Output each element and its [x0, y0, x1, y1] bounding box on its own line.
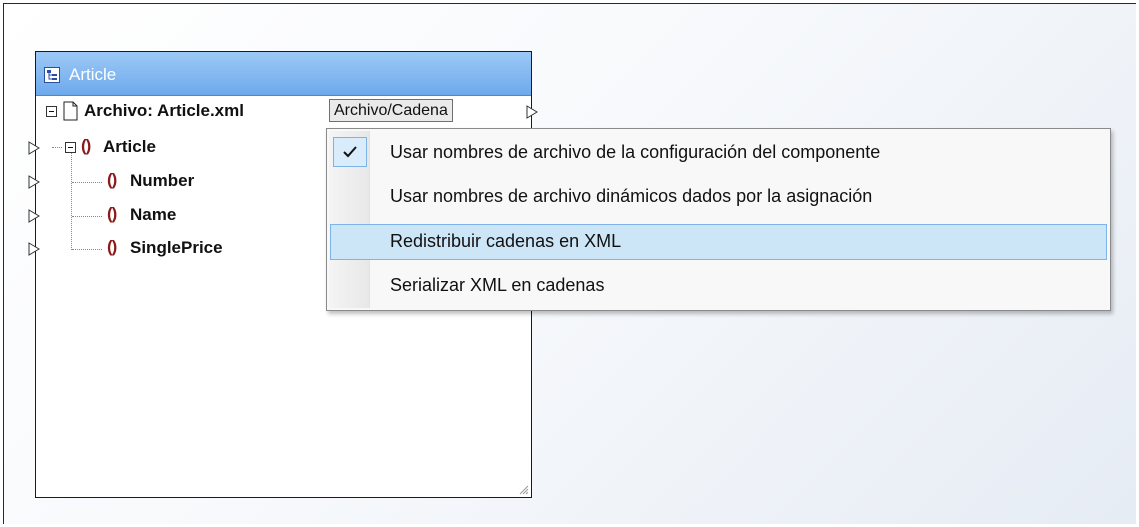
schema-component-icon: [44, 67, 60, 83]
component-title: Article: [69, 65, 117, 84]
menu-item-label: Usar nombres de archivo dinámicos dados …: [390, 186, 873, 206]
component-title-bar[interactable]: Article: [36, 52, 531, 96]
collapse-file-toggle[interactable]: [46, 106, 57, 117]
menu-item-parse-strings-xml[interactable]: Redistribuir cadenas en XML: [330, 224, 1107, 260]
tree-item-article[interactable]: Article: [103, 137, 156, 165]
collapse-article-toggle[interactable]: [65, 142, 76, 153]
resize-grip-icon[interactable]: [517, 483, 529, 495]
element-braces-icon: (): [107, 237, 117, 256]
file-string-button[interactable]: Archivo/Cadena: [329, 99, 453, 122]
document-icon: [63, 101, 78, 121]
menu-item-label: Redistribuir cadenas en XML: [390, 231, 622, 251]
input-port-number[interactable]: [28, 174, 42, 190]
element-braces-icon: (): [81, 136, 91, 155]
mapping-canvas[interactable]: Article Archivo: Article.xml Archivo/Cad…: [3, 3, 1136, 524]
input-port-singleprice[interactable]: [28, 241, 42, 257]
file-string-context-menu: Usar nombres de archivo de la configurac…: [326, 128, 1111, 311]
menu-item-label: Usar nombres de archivo de la configurac…: [390, 142, 881, 162]
checkmark-icon: [343, 146, 357, 158]
element-braces-icon: (): [107, 170, 117, 189]
tree-item-number[interactable]: Number: [130, 171, 194, 199]
menu-item-serialize-xml-strings[interactable]: Serializar XML en cadenas: [330, 268, 1107, 304]
tree-item-singleprice[interactable]: SinglePrice: [130, 238, 223, 266]
input-port-article[interactable]: [28, 140, 42, 156]
element-braces-icon: (): [107, 204, 117, 223]
check-indicator: [333, 137, 367, 167]
input-port-name[interactable]: [28, 208, 42, 224]
menu-item-use-dynamic-filenames[interactable]: Usar nombres de archivo dinámicos dados …: [330, 179, 1107, 215]
tree-item-name[interactable]: Name: [130, 205, 176, 233]
menu-item-use-component-filenames[interactable]: Usar nombres de archivo de la configurac…: [330, 135, 1107, 171]
menu-item-label: Serializar XML en cadenas: [390, 275, 605, 295]
file-label: Archivo: Article.xml: [84, 101, 244, 120]
output-port-file[interactable]: [526, 104, 540, 120]
